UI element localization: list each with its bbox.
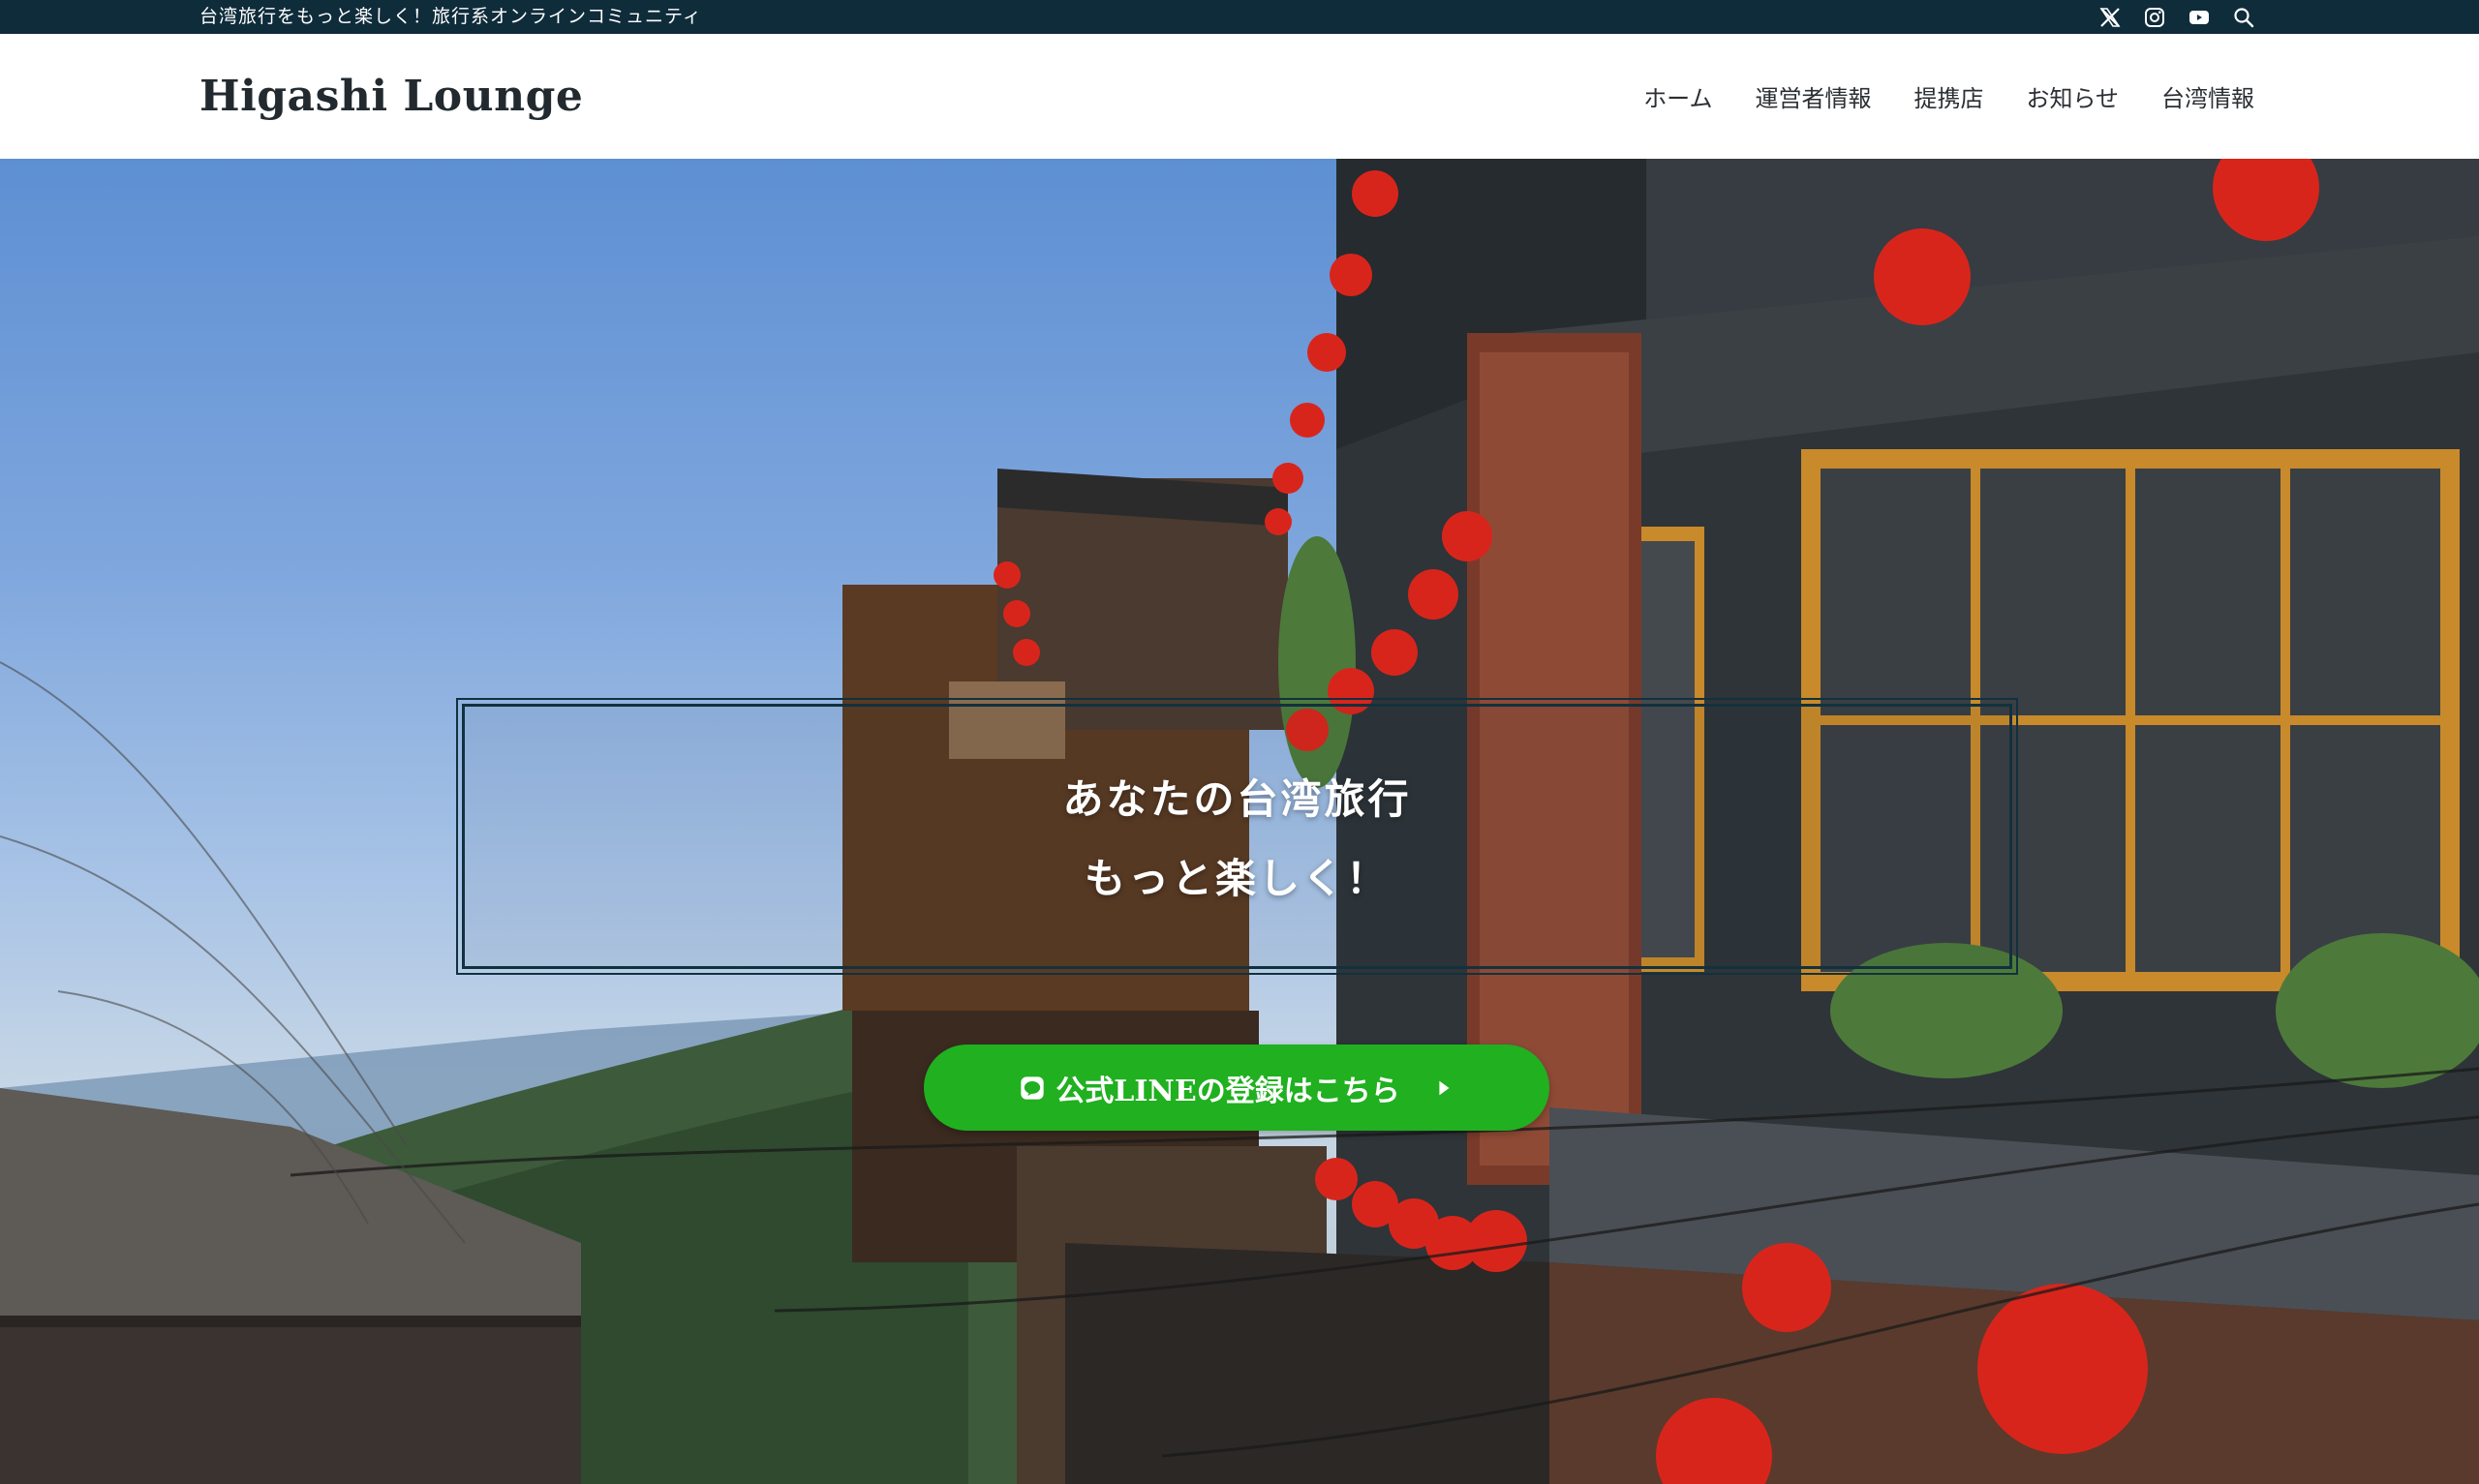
top-announcement-bar: 台湾旅行をもっと楽しく！旅行系オンラインコミュニティ: [0, 0, 2479, 34]
hero-headline: あなたの台湾旅行 もっと楽しく！: [462, 760, 2012, 919]
nav-home[interactable]: ホーム: [1643, 79, 1712, 113]
cta-label: 公式LINEの登録はこちら: [1056, 1074, 1400, 1108]
site-logo[interactable]: Higashi Lounge: [199, 34, 583, 159]
line-app-icon: [1021, 1075, 1044, 1100]
nav-news[interactable]: お知らせ: [2026, 79, 2119, 113]
main-nav: ホーム 運営者情報 提携店 お知らせ 台湾情報: [1643, 34, 2254, 159]
site-tagline: 台湾旅行をもっと楽しく！旅行系オンラインコミュニティ: [199, 6, 702, 27]
hero-headline-line2: もっと楽しく！: [1084, 855, 1390, 902]
social-icons: [2097, 0, 2256, 34]
youtube-icon[interactable]: [2187, 5, 2212, 30]
nav-taiwan-info[interactable]: 台湾情報: [2161, 79, 2254, 113]
line-register-button[interactable]: 公式LINEの登録はこちら: [924, 1045, 1549, 1131]
play-arrow-icon: [1439, 1080, 1450, 1095]
search-icon[interactable]: [2231, 5, 2256, 30]
nav-operator-info[interactable]: 運営者情報: [1755, 79, 1871, 113]
instagram-icon[interactable]: [2142, 5, 2167, 30]
hero-headline-line1: あなたの台湾旅行: [1062, 775, 1412, 823]
hero-section: あなたの台湾旅行 もっと楽しく！ 公式LINEの登録はこちら: [0, 159, 2479, 1484]
x-icon[interactable]: [2097, 5, 2123, 30]
nav-partner-shops[interactable]: 提携店: [1913, 79, 1983, 113]
site-header: Higashi Lounge ホーム 運営者情報 提携店 お知らせ 台湾情報: [0, 34, 2479, 159]
